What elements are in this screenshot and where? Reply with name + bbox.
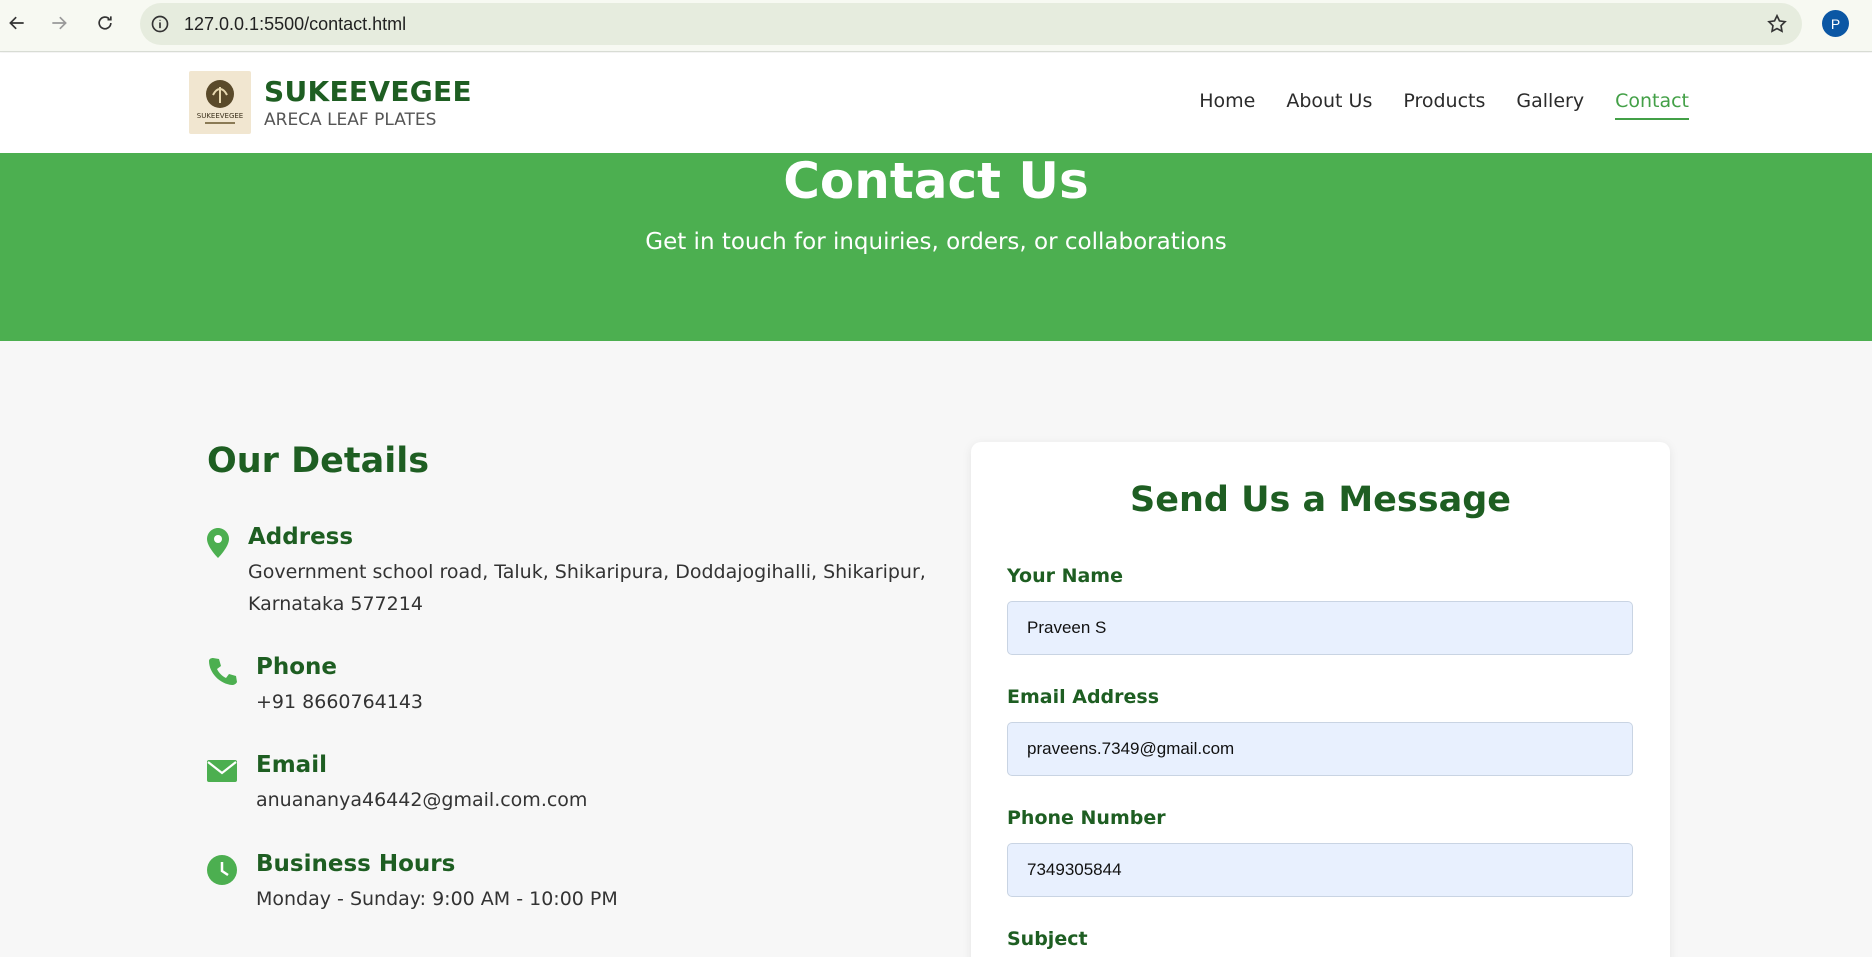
phone-icon [209, 658, 237, 685]
arrow-right-icon [52, 16, 67, 30]
arrow-left-icon [9, 16, 24, 30]
profile-avatar[interactable]: P [1822, 10, 1849, 37]
svg-text:SUKEEVEGEE: SUKEEVEGEE [197, 112, 243, 120]
url-text[interactable]: 127.0.0.1:5500/contact.html [184, 14, 406, 35]
nav-contact[interactable]: Contact [1615, 90, 1689, 120]
form-title: Send Us a Message [1130, 480, 1511, 520]
forward-button[interactable] [42, 8, 76, 38]
email-heading: Email [256, 752, 327, 778]
brand[interactable]: SUKEEVEGEE ARECA LEAF PLATES [264, 75, 472, 130]
reload-button[interactable] [88, 8, 122, 38]
email-detail: Email anuananya46442@gmail.com.com [207, 752, 587, 816]
email-label: Email Address [1007, 686, 1160, 708]
hero-banner: Contact Us Get in touch for inquiries, o… [0, 153, 1872, 341]
subject-label: Subject [1007, 928, 1088, 950]
email-input[interactable]: praveens.7349@gmail.com [1007, 722, 1633, 776]
hours-value: Monday - Sunday: 9:00 AM - 10:00 PM [256, 888, 618, 910]
brand-name: SUKEEVEGEE [264, 75, 472, 108]
hours-heading: Business Hours [256, 851, 456, 877]
brand-tagline: ARECA LEAF PLATES [264, 110, 437, 130]
reload-icon [98, 16, 112, 30]
name-input[interactable]: Praveen S [1007, 601, 1633, 655]
page-title: Contact Us [783, 152, 1089, 210]
leaf-logo-icon: SUKEEVEGEE [197, 80, 243, 124]
nav-about-us[interactable]: About Us [1286, 90, 1372, 120]
contact-form-card: Send Us a Message Your Name Praveen S Em… [971, 442, 1670, 957]
phone-value: +91 8660764143 [256, 691, 424, 713]
hours-detail: Business Hours Monday - Sunday: 9:00 AM … [207, 851, 618, 915]
phone-detail: Phone +91 8660764143 [207, 654, 423, 718]
address-heading: Address [248, 524, 354, 550]
bookmark-star-icon[interactable] [1766, 13, 1788, 35]
address-bar[interactable]: 127.0.0.1:5500/contact.html [140, 3, 1802, 45]
phone-heading: Phone [256, 654, 338, 680]
name-label: Your Name [1007, 565, 1123, 587]
clock-icon [207, 855, 237, 885]
address-detail: Address Government school road, Taluk, S… [207, 524, 926, 620]
phone-label: Phone Number [1007, 807, 1166, 829]
address-text: Government school road, Taluk, Shikaripu… [248, 561, 926, 615]
logo-image[interactable]: SUKEEVEGEE [189, 71, 251, 134]
back-button[interactable] [0, 8, 34, 38]
nav-home[interactable]: Home [1199, 90, 1255, 120]
info-icon[interactable] [150, 14, 170, 34]
browser-toolbar: 127.0.0.1:5500/contact.html P [0, 0, 1872, 52]
nav-gallery[interactable]: Gallery [1516, 90, 1584, 120]
envelope-icon [207, 760, 237, 782]
main-nav: Home About Us Products Gallery Contact [1199, 90, 1689, 120]
details-title: Our Details [207, 441, 430, 481]
nav-products[interactable]: Products [1403, 90, 1485, 120]
site-header: SUKEEVEGEE SUKEEVEGEE ARECA LEAF PLATES … [0, 53, 1872, 153]
email-value: anuananya46442@gmail.com.com [256, 789, 588, 811]
page-subtitle: Get in touch for inquiries, orders, or c… [645, 229, 1227, 255]
map-pin-icon [207, 528, 229, 558]
phone-input[interactable]: 7349305844 [1007, 843, 1633, 897]
